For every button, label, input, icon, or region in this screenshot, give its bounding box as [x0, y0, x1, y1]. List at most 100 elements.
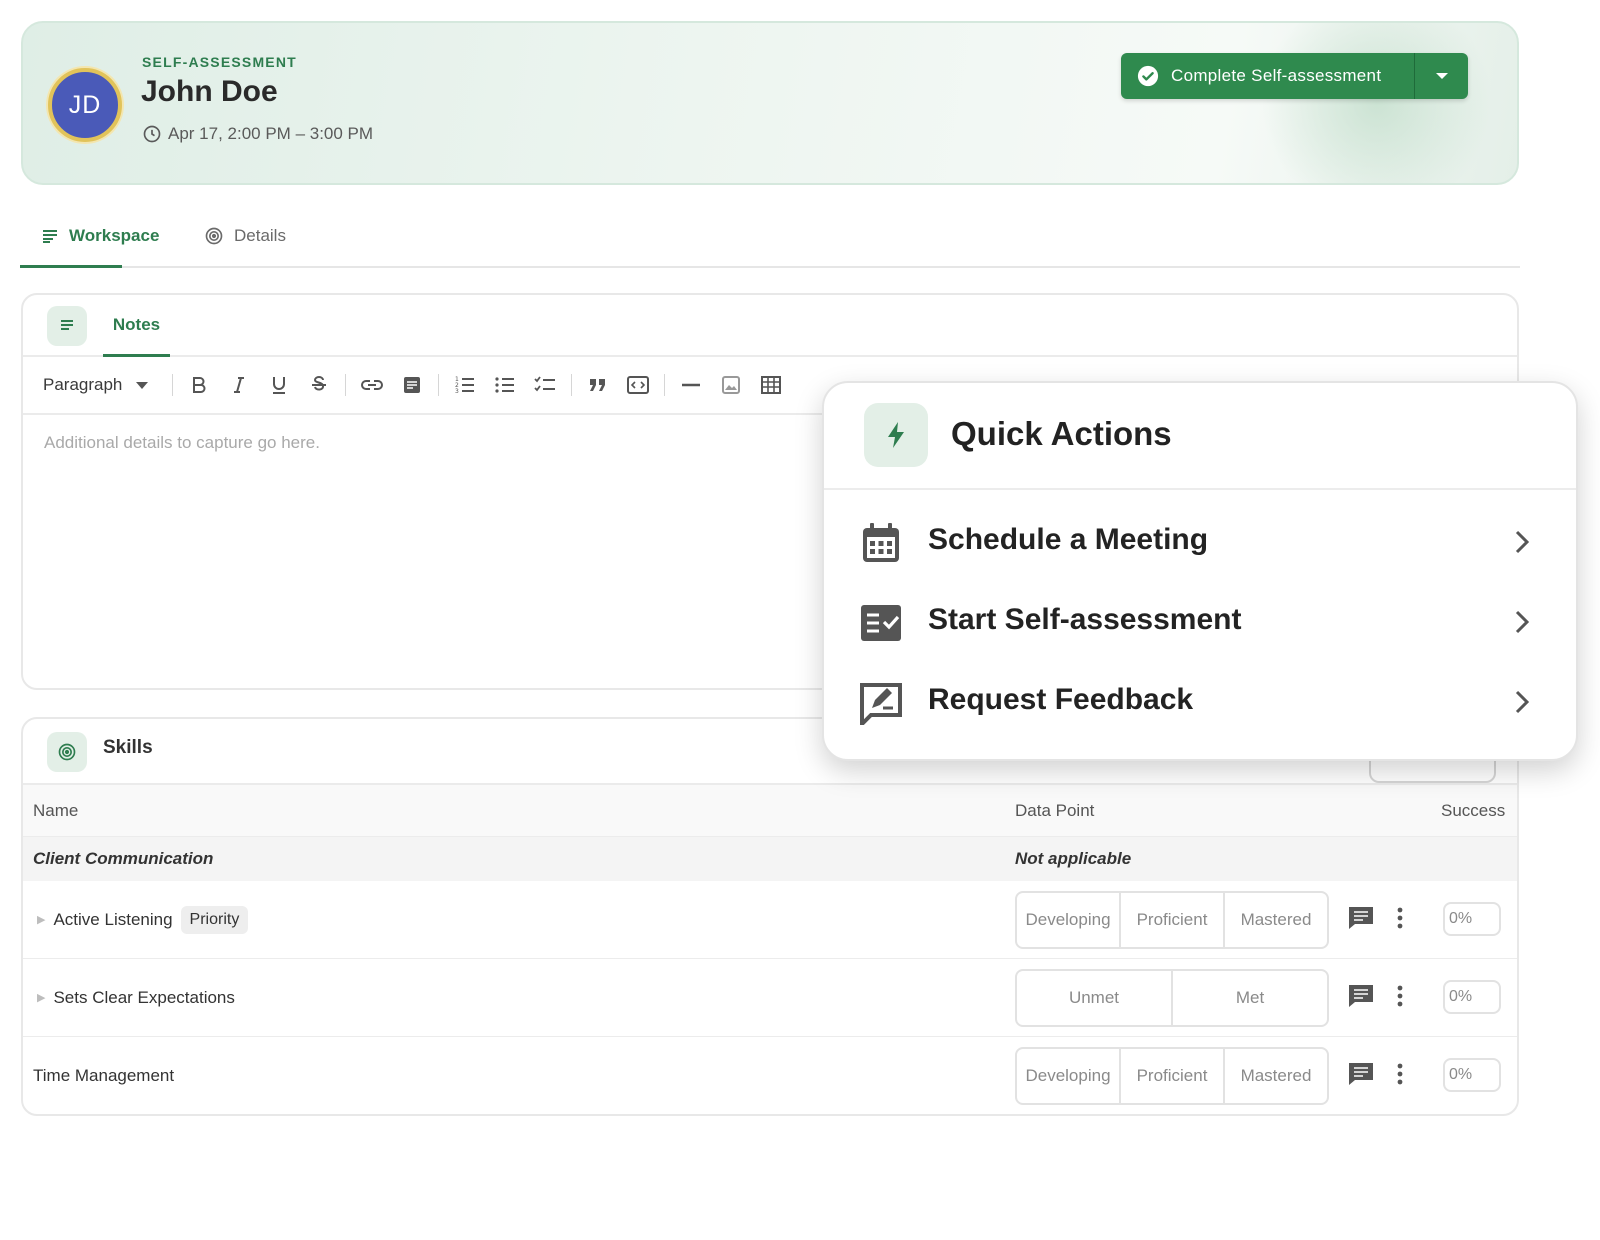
- rating-segmented-control: Unmet Met: [1015, 969, 1329, 1027]
- rating-option[interactable]: Mastered: [1225, 893, 1327, 947]
- person-name: John Doe: [141, 75, 278, 108]
- table-icon: [761, 376, 782, 394]
- eyebrow-label: SELF-ASSESSMENT: [142, 54, 297, 70]
- avatar: JD: [48, 68, 122, 142]
- comment-icon[interactable]: [1347, 905, 1375, 931]
- chevron-right-icon: [1515, 530, 1530, 554]
- skills-target-icon: [47, 732, 87, 772]
- table-row: ▶ Active Listening Priority Developing P…: [23, 881, 1517, 959]
- rating-option[interactable]: Developing: [1017, 893, 1121, 947]
- image-button[interactable]: [711, 365, 751, 405]
- request-feedback-action[interactable]: Request Feedback: [824, 663, 1576, 743]
- bold-icon: [193, 377, 206, 393]
- tab-workspace[interactable]: Workspace: [41, 226, 159, 246]
- image-icon: [722, 376, 741, 394]
- success-input[interactable]: 0%: [1443, 980, 1501, 1014]
- table-row: ▶ Sets Clear Expectations Unmet Met 0%: [23, 959, 1517, 1037]
- italic-button[interactable]: [219, 365, 259, 405]
- active-tab-indicator: [20, 265, 122, 268]
- skills-title: Skills: [103, 737, 153, 758]
- request-feedback-label: Request Feedback: [928, 683, 1194, 716]
- priority-badge: Priority: [180, 905, 249, 934]
- start-self-assessment-action[interactable]: Start Self-assessment: [824, 583, 1576, 663]
- checklist-icon: [534, 376, 556, 392]
- toolbar-divider: [438, 374, 440, 396]
- more-vertical-icon[interactable]: [1392, 905, 1408, 931]
- tab-notes[interactable]: Notes: [103, 295, 170, 357]
- quick-actions-popover: Quick Actions Schedule a Meeting Start S…: [822, 381, 1578, 761]
- horizontal-rule-button[interactable]: [671, 365, 711, 405]
- column-header-data-point: Data Point: [1015, 800, 1095, 820]
- rating-option[interactable]: Mastered: [1225, 1049, 1327, 1103]
- column-header-name: Name: [33, 800, 79, 820]
- paragraph-select-label: Paragraph: [43, 375, 123, 394]
- checklist-icon: [861, 605, 901, 641]
- start-self-assessment-label: Start Self-assessment: [928, 603, 1242, 636]
- link-icon: [361, 380, 384, 390]
- table-button[interactable]: [751, 365, 791, 405]
- text-block-icon: [404, 377, 421, 393]
- comment-icon[interactable]: [1347, 983, 1375, 1009]
- strikethrough-button[interactable]: [299, 365, 339, 405]
- expand-caret-icon[interactable]: ▶: [37, 913, 45, 926]
- column-header-success: Success: [1441, 800, 1506, 820]
- rating-segmented-control: Developing Proficient Mastered: [1015, 1047, 1329, 1105]
- underline-button[interactable]: [259, 365, 299, 405]
- toolbar-divider: [345, 374, 347, 396]
- lines-icon: [43, 230, 57, 243]
- success-input[interactable]: 0%: [1443, 1058, 1501, 1092]
- schedule-meeting-action[interactable]: Schedule a Meeting: [824, 503, 1576, 583]
- bullet-list-button[interactable]: [485, 365, 525, 405]
- checklist-button[interactable]: [525, 365, 565, 405]
- quick-actions-title: Quick Actions: [951, 415, 1172, 452]
- table-row: Time Management Developing Proficient Ma…: [23, 1037, 1517, 1114]
- text-block-button[interactable]: [392, 365, 432, 405]
- page: JD SELF-ASSESSMENT John Doe Apr 17, 2:00…: [0, 0, 1600, 1240]
- lightning-icon: [864, 403, 928, 467]
- rating-option[interactable]: Met: [1173, 971, 1327, 1025]
- code-block-button[interactable]: [618, 365, 658, 405]
- cta-dropdown-button[interactable]: [1414, 53, 1468, 99]
- underline-icon: [273, 377, 286, 394]
- caret-down-icon: [1435, 73, 1448, 79]
- quote-button[interactable]: [578, 365, 618, 405]
- toolbar-divider: [172, 374, 174, 396]
- tab-details[interactable]: Details: [204, 226, 286, 246]
- clock-icon: [143, 125, 161, 143]
- tab-workspace-label: Workspace: [69, 226, 160, 245]
- toolbar-divider: [571, 374, 573, 396]
- rating-option[interactable]: Developing: [1017, 1049, 1121, 1103]
- bold-button[interactable]: [179, 365, 219, 405]
- rating-option[interactable]: Proficient: [1121, 1049, 1225, 1103]
- italic-icon: [234, 377, 245, 393]
- main-tabs: Workspace Details: [20, 218, 1520, 268]
- rating-option[interactable]: Unmet: [1017, 971, 1173, 1025]
- ordered-list-button[interactable]: 123: [445, 365, 485, 405]
- quote-icon: [590, 379, 606, 391]
- expand-caret-icon[interactable]: ▶: [37, 991, 45, 1004]
- session-time-text: Apr 17, 2:00 PM – 3:00 PM: [168, 124, 374, 143]
- more-vertical-icon[interactable]: [1392, 983, 1408, 1009]
- session-time: Apr 17, 2:00 PM – 3:00 PM: [142, 124, 373, 144]
- target-icon: [205, 227, 223, 245]
- link-button[interactable]: [352, 365, 392, 405]
- more-vertical-icon[interactable]: [1392, 1061, 1408, 1087]
- code-block-icon: [627, 376, 650, 394]
- tab-details-label: Details: [234, 226, 286, 245]
- chevron-right-icon: [1515, 690, 1530, 714]
- complete-self-assessment-label: Complete Self-assessment: [1171, 66, 1382, 85]
- calendar-icon: [863, 523, 899, 562]
- schedule-meeting-label: Schedule a Meeting: [928, 523, 1209, 556]
- rating-option[interactable]: Proficient: [1121, 893, 1225, 947]
- comment-icon[interactable]: [1347, 1061, 1375, 1087]
- strikethrough-icon: [312, 376, 327, 391]
- svg-text:3: 3: [455, 388, 459, 394]
- session-header: JD SELF-ASSESSMENT John Doe Apr 17, 2:00…: [21, 21, 1519, 185]
- complete-self-assessment-button[interactable]: Complete Self-assessment: [1121, 53, 1414, 99]
- quick-actions-header: Quick Actions: [824, 383, 1576, 490]
- skill-name: Active Listening: [53, 909, 173, 929]
- ordered-list-icon: 123: [455, 376, 475, 394]
- rating-segmented-control: Developing Proficient Mastered: [1015, 891, 1329, 949]
- paragraph-select[interactable]: Paragraph: [43, 375, 149, 395]
- success-input[interactable]: 0%: [1443, 902, 1501, 936]
